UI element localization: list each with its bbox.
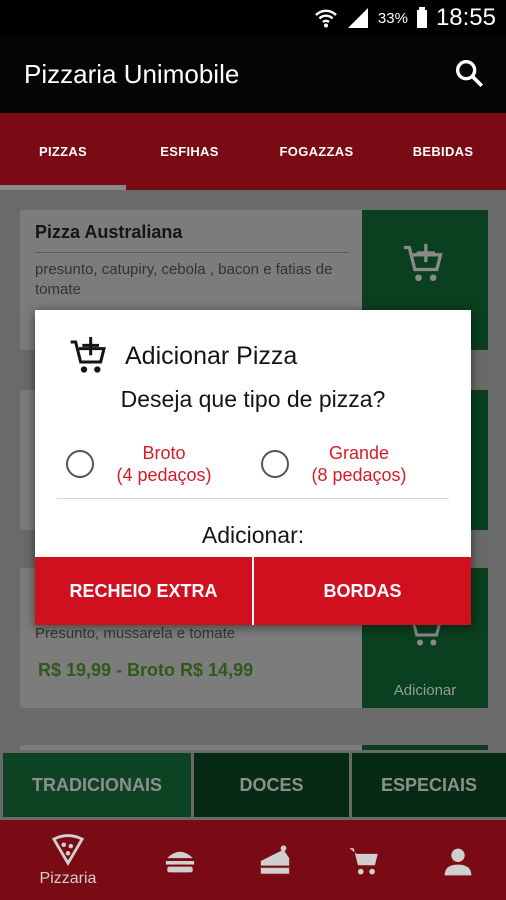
add-pizza-dialog: Adicionar Pizza Deseja que tipo de pizza… <box>35 310 471 625</box>
menu-item-title: Pizza Australiana <box>35 222 183 242</box>
radio-label: Grande (8 pedaços) <box>299 442 419 486</box>
menu-item-description: Presunto, mussarela e tomate <box>35 625 236 642</box>
wifi-icon <box>315 9 337 28</box>
radio-label-line: Broto <box>142 443 186 463</box>
bottom-navigation: Pizzaria <box>0 820 506 900</box>
cake-icon <box>260 845 290 874</box>
dialog-add-label: Adicionar: <box>201 522 305 548</box>
radio-label-line: Grande <box>328 443 390 463</box>
menu-item-description: presunto, catupiry, cebola , bacon e fat… <box>35 261 333 298</box>
nav-pizzaria[interactable]: Pizzaria <box>28 820 108 900</box>
category-tradicionais[interactable]: TRADICIONAIS <box>3 753 191 817</box>
clock: 18:55 <box>435 4 496 31</box>
tab-esfihas[interactable]: ESFIHAS <box>126 113 253 190</box>
radio-grande[interactable]: Grande (8 pedaços) <box>261 442 441 488</box>
tab-fogazzas[interactable]: FOGAZZAS <box>253 113 380 190</box>
radio-label: Broto (4 pedaços) <box>104 442 224 486</box>
radio-circle[interactable] <box>66 450 94 478</box>
divider <box>35 252 349 253</box>
divider <box>57 498 449 499</box>
cart-icon <box>349 848 378 875</box>
radio-label-line: (8 pedaços) <box>311 465 407 485</box>
dialog-question: Deseja que tipo de pizza? <box>120 386 386 412</box>
menu-item-price: R$ 19,99 - Broto R$ 14,99 <box>38 660 254 680</box>
nav-label: Pizzaria <box>39 870 97 887</box>
nav-cart[interactable] <box>335 820 395 900</box>
status-bar: 33% 18:55 <box>0 0 506 35</box>
burger-icon <box>165 851 195 873</box>
borders-button[interactable]: BORDAS <box>254 557 471 625</box>
pizza-slice-icon <box>51 834 85 866</box>
battery-percentage: 33% <box>377 9 408 27</box>
add-cart-icon <box>403 243 443 282</box>
radio-circle[interactable] <box>261 450 289 478</box>
nav-profile[interactable] <box>428 820 488 900</box>
nav-burger[interactable] <box>150 820 210 900</box>
battery-icon <box>416 7 427 28</box>
app-title: Pizzaria Unimobile <box>24 59 240 89</box>
add-cart-icon <box>70 337 106 373</box>
category-tabs: PIZZAS ESFIHAS FOGAZZAS BEBIDAS <box>0 113 506 190</box>
tab-bebidas[interactable]: BEBIDAS <box>380 113 506 190</box>
tab-pizzas[interactable]: PIZZAS <box>0 113 126 190</box>
search-button[interactable] <box>452 56 492 96</box>
app-bar: Pizzaria Unimobile <box>0 35 506 113</box>
radio-broto[interactable]: Broto (4 pedaços) <box>66 442 246 488</box>
radio-label-line: (4 pedaços) <box>116 465 212 485</box>
add-button-label: Adicionar <box>393 682 457 699</box>
search-icon <box>455 59 484 88</box>
category-especiais[interactable]: ESPECIAIS <box>352 753 506 817</box>
category-doces[interactable]: DOCES <box>194 753 349 817</box>
signal-icon <box>347 8 368 28</box>
nav-cake[interactable] <box>245 820 305 900</box>
pizza-category-bar: TRADICIONAIS DOCES ESPECIAIS <box>0 750 506 820</box>
dialog-title: Adicionar Pizza <box>125 342 298 370</box>
person-icon <box>444 848 472 876</box>
extra-filling-button[interactable]: RECHEIO EXTRA <box>35 557 252 625</box>
